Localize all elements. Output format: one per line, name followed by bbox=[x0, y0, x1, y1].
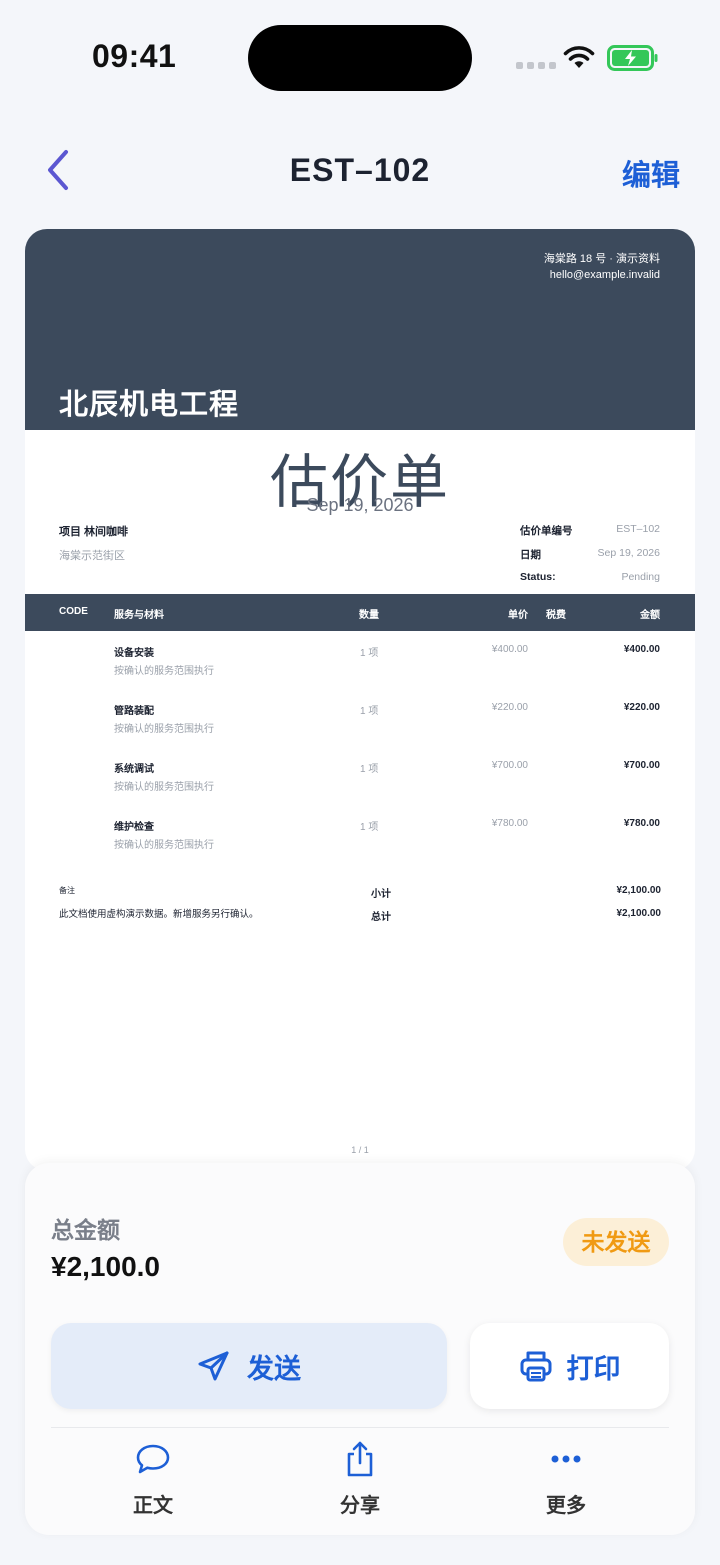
edit-button[interactable]: 编辑 bbox=[622, 152, 680, 194]
navigation-bar: EST–102 编辑 bbox=[0, 130, 720, 210]
chat-bubble-icon bbox=[136, 1444, 170, 1474]
item-qty: 1 项 bbox=[360, 706, 379, 717]
line-items: 设备安装 按确认的服务范围执行 1 项 ¥400.00 ¥400.00 管路装配… bbox=[25, 631, 695, 863]
item-price: ¥780.00 bbox=[491, 818, 528, 829]
wifi-icon bbox=[563, 46, 595, 68]
divider bbox=[51, 1427, 669, 1428]
table-row: 设备安装 按确认的服务范围执行 1 项 ¥400.00 ¥400.00 bbox=[25, 631, 695, 689]
item-amount: ¥220.00 bbox=[623, 702, 660, 713]
printer-icon bbox=[520, 1351, 551, 1382]
column-price: 单价 bbox=[508, 610, 528, 621]
notes-label: 备注 bbox=[59, 886, 75, 895]
meta-key: Status: bbox=[520, 571, 556, 583]
print-button-label: 打印 bbox=[566, 1353, 621, 1384]
notes-text: 此文档使用虚构演示数据。新增服务另行确认。 bbox=[59, 909, 259, 920]
send-button[interactable]: 发送 bbox=[51, 1323, 447, 1409]
subtotal-label: 小计 bbox=[371, 889, 391, 900]
column-qty: 数量 bbox=[359, 610, 379, 621]
document-preview[interactable]: 海棠路 18 号 · 演示资料 hello@example.invalid 北辰… bbox=[25, 229, 695, 1171]
tab-label: 正文 bbox=[133, 1495, 173, 1517]
project-address: 海棠示范街区 bbox=[59, 550, 125, 562]
battery-icon bbox=[607, 45, 658, 71]
page-number: 1 / 1 bbox=[351, 1145, 369, 1155]
tab-label: 更多 bbox=[546, 1495, 586, 1517]
item-name: 系统调试 bbox=[114, 764, 154, 775]
item-price: ¥400.00 bbox=[491, 644, 528, 655]
item-description: 按确认的服务范围执行 bbox=[114, 724, 214, 735]
table-row: 管路装配 按确认的服务范围执行 1 项 ¥220.00 ¥220.00 bbox=[25, 689, 695, 747]
more-dots-icon bbox=[551, 1455, 581, 1463]
meta-row-status: Status: Pending bbox=[520, 571, 660, 595]
action-panel: 总金额 ¥2,100.0 未发送 发送 打印 正文 分享 更多 bbox=[25, 1163, 695, 1535]
column-code: CODE bbox=[59, 606, 88, 617]
document-date: Sep 19, 2026 bbox=[306, 495, 414, 515]
total-amount-value: ¥2,100.0 bbox=[51, 1251, 160, 1282]
item-name: 设备安装 bbox=[114, 648, 154, 659]
item-description: 按确认的服务范围执行 bbox=[114, 666, 214, 677]
column-amount: 金额 bbox=[640, 610, 660, 621]
column-service: 服务与材料 bbox=[114, 610, 164, 621]
dynamic-island bbox=[248, 25, 472, 91]
status-bar: 09:41 bbox=[0, 0, 720, 115]
item-qty: 1 项 bbox=[360, 764, 379, 775]
status-badge: 未发送 bbox=[563, 1218, 669, 1266]
item-description: 按确认的服务范围执行 bbox=[114, 840, 214, 851]
item-price: ¥700.00 bbox=[491, 760, 528, 771]
item-price: ¥220.00 bbox=[491, 702, 528, 713]
item-name: 维护检查 bbox=[114, 822, 154, 833]
signal-dots-icon bbox=[516, 62, 556, 69]
item-amount: ¥700.00 bbox=[623, 760, 660, 771]
item-qty: 1 项 bbox=[360, 822, 379, 833]
meta-key: 日期 bbox=[520, 549, 541, 561]
item-amount: ¥780.00 bbox=[623, 818, 660, 829]
tab-body-text[interactable]: 正文 bbox=[93, 1439, 213, 1518]
print-button[interactable]: 打印 bbox=[470, 1323, 669, 1409]
company-address: 海棠路 18 号 · 演示资料 bbox=[543, 253, 660, 265]
company-email: hello@example.invalid bbox=[549, 269, 660, 281]
meta-value: Pending bbox=[621, 571, 660, 583]
item-amount: ¥400.00 bbox=[623, 644, 660, 655]
paper-plane-icon bbox=[198, 1351, 229, 1381]
document-meta: 估价单编号 EST–102 日期 Sep 19, 2026 Status: Pe… bbox=[520, 523, 660, 595]
meta-value: EST–102 bbox=[616, 523, 660, 535]
project-label: 项目 林间咖啡 bbox=[59, 526, 129, 538]
meta-row-date: 日期 Sep 19, 2026 bbox=[520, 547, 660, 571]
document-header: 海棠路 18 号 · 演示资料 hello@example.invalid 北辰… bbox=[25, 229, 695, 430]
column-tax: 税费 bbox=[546, 610, 566, 621]
table-row: 系统调试 按确认的服务范围执行 1 项 ¥700.00 ¥700.00 bbox=[25, 747, 695, 805]
company-name: 北辰机电工程 bbox=[59, 389, 240, 421]
meta-value: Sep 19, 2026 bbox=[597, 547, 660, 559]
meta-row-number: 估价单编号 EST–102 bbox=[520, 523, 660, 547]
table-header: CODE 服务与材料 数量 单价 税费 金额 bbox=[25, 594, 695, 631]
total-value: ¥2,100.00 bbox=[616, 908, 662, 919]
total-label: 总计 bbox=[371, 912, 391, 923]
tab-share[interactable]: 分享 bbox=[300, 1439, 420, 1518]
page-title: EST–102 bbox=[289, 152, 431, 188]
subtotal-value: ¥2,100.00 bbox=[616, 885, 662, 896]
tab-label: 分享 bbox=[340, 1495, 380, 1517]
table-row: 维护检查 按确认的服务范围执行 1 项 ¥780.00 ¥780.00 bbox=[25, 805, 695, 863]
company-contact: 海棠路 18 号 · 演示资料 hello@example.invalid bbox=[544, 251, 660, 283]
clock: 09:41 bbox=[92, 38, 177, 74]
tab-more[interactable]: 更多 bbox=[506, 1439, 626, 1518]
meta-key: 估价单编号 bbox=[520, 525, 573, 537]
total-amount-label: 总金额 bbox=[51, 1217, 120, 1243]
send-button-label: 发送 bbox=[247, 1353, 301, 1384]
item-description: 按确认的服务范围执行 bbox=[114, 782, 214, 793]
share-icon bbox=[347, 1441, 373, 1477]
item-name: 管路装配 bbox=[114, 706, 154, 717]
item-qty: 1 项 bbox=[360, 648, 379, 659]
